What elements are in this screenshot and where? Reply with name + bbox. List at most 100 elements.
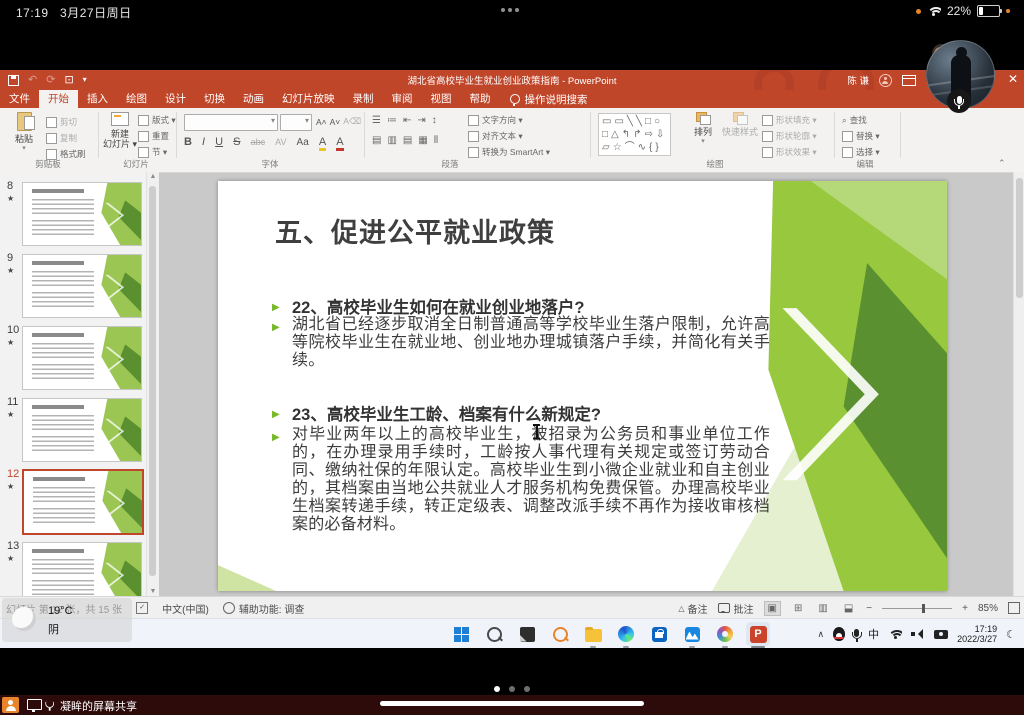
question-23[interactable]: 23、高校毕业生工龄、档案有什么新规定? <box>292 401 601 425</box>
taskbar-clock[interactable]: 17:19 2022/3/27 <box>957 624 997 644</box>
tab-review[interactable]: 审阅 <box>383 90 422 108</box>
shape-fill-button[interactable]: 形状填充 ▾ <box>762 114 817 126</box>
strikethrough-button[interactable]: S <box>233 136 240 148</box>
file-explorer-icon[interactable] <box>581 622 605 646</box>
tab-draw[interactable]: 绘图 <box>117 90 156 108</box>
align-text-button[interactable]: 对齐文本 ▾ <box>468 130 523 142</box>
share-person-badge-icon[interactable] <box>2 697 19 713</box>
reading-view-button[interactable]: ▥ <box>815 602 830 615</box>
bullets-icon[interactable]: ☰ <box>372 115 381 126</box>
slide-thumbnail-12-selected[interactable] <box>22 469 144 535</box>
scroll-down-icon[interactable]: ▼ <box>147 588 159 595</box>
collapse-ribbon-icon[interactable]: ⌃ <box>998 158 1006 169</box>
focus-assist-moon-icon[interactable]: ☾ <box>1006 628 1016 641</box>
animation-star-icon[interactable]: ★ <box>7 266 14 275</box>
tab-view[interactable]: 视图 <box>422 90 461 108</box>
arrange-button[interactable]: 排列▾ <box>688 112 718 147</box>
font-size-combo[interactable] <box>280 114 312 131</box>
zoom-out-icon[interactable]: − <box>866 603 872 614</box>
language-indicator[interactable]: 中文(中国) <box>162 601 209 616</box>
shape-outline-button[interactable]: 形状轮廓 ▾ <box>762 130 817 142</box>
comments-button[interactable]: 批注 <box>718 601 754 616</box>
replace-button[interactable]: 替换 ▾ <box>842 130 880 142</box>
zoom-in-icon[interactable]: + <box>962 603 968 614</box>
clear-format-icon[interactable]: A⌫ <box>343 116 361 127</box>
tab-file[interactable]: 文件 <box>0 90 39 108</box>
text-direction-button[interactable]: 文字方向 ▾ <box>468 114 523 126</box>
slide-thumbnail-11[interactable] <box>22 398 142 462</box>
start-button[interactable] <box>449 622 473 646</box>
search-app-icon[interactable] <box>548 622 572 646</box>
powerpoint-taskbar-icon[interactable]: P <box>746 622 770 646</box>
thumbnail-scrollbar[interactable]: ▲ ▼ <box>146 172 159 596</box>
align-left-icon[interactable]: ▤ <box>372 135 381 146</box>
slideshow-button[interactable]: ⬓ <box>841 602 856 615</box>
normal-view-button[interactable]: ▣ <box>764 601 781 616</box>
qq-tray-icon[interactable] <box>833 627 845 641</box>
camera-tray-icon[interactable] <box>934 630 948 639</box>
zoom-percent[interactable]: 85% <box>978 603 998 614</box>
animation-star-icon[interactable]: ★ <box>7 338 14 347</box>
grow-font-icon[interactable]: A˄ <box>316 117 327 127</box>
tab-record[interactable]: 录制 <box>344 90 383 108</box>
reset-button[interactable]: 重置 <box>138 130 169 142</box>
shapes-gallery[interactable]: ▭▭╲╲□○ □△↰↱⇨⇩ ▱☆⌒∿{} <box>598 113 671 156</box>
italic-button[interactable]: I <box>202 136 205 148</box>
select-button[interactable]: 选择 ▾ <box>842 146 880 158</box>
numbering-icon[interactable]: ≔ <box>387 115 397 126</box>
accessibility-status[interactable]: 辅助功能: 调查 <box>223 601 305 616</box>
shape-effects-button[interactable]: 形状效果 ▾ <box>762 146 817 158</box>
zoom-slider[interactable] <box>882 608 952 609</box>
find-button[interactable]: ⌕查找 <box>842 114 867 126</box>
slide-canvas[interactable]: 五、促进公平就业政策 ▶ 22、高校毕业生如何在就业创业地落户? ▶ 湖北省已经… <box>218 181 947 591</box>
animation-star-icon[interactable]: ★ <box>7 410 14 419</box>
copy-button[interactable]: 复制 <box>46 132 77 144</box>
slide-sorter-view-button[interactable]: ⊞ <box>791 602 805 615</box>
increase-indent-icon[interactable]: ⇥ <box>417 115 425 126</box>
bold-button[interactable]: B <box>184 136 192 148</box>
ime-indicator[interactable]: 中 <box>868 626 879 642</box>
cut-button[interactable]: 剪切 <box>46 116 77 128</box>
tab-insert[interactable]: 插入 <box>78 90 117 108</box>
new-slide-button[interactable]: 新建 幻灯片 ▾ <box>102 112 138 149</box>
microphone-tray-icon[interactable] <box>854 629 859 637</box>
line-spacing-icon[interactable]: ↕ <box>432 115 437 126</box>
section-button[interactable]: 节 ▾ <box>138 146 167 158</box>
slide-thumbnail-10[interactable] <box>22 326 142 390</box>
shrink-font-icon[interactable]: A˅ <box>330 117 341 127</box>
align-right-icon[interactable]: ▤ <box>403 135 412 146</box>
font-color-button[interactable]: A <box>336 136 343 151</box>
subscript-button[interactable]: abc <box>251 137 266 147</box>
close-button[interactable]: ✕ <box>1008 72 1018 86</box>
tell-me-search[interactable]: 操作说明搜索 <box>510 90 588 108</box>
character-spacing-button[interactable]: AV <box>275 137 286 147</box>
animation-star-icon[interactable]: ★ <box>7 554 14 563</box>
tab-help[interactable]: 帮助 <box>461 90 500 108</box>
animation-star-icon[interactable]: ★ <box>7 194 14 203</box>
notes-button[interactable]: △ 备注 <box>678 601 707 616</box>
edge-browser-icon[interactable] <box>614 622 638 646</box>
m-app-icon[interactable] <box>680 622 704 646</box>
tab-animations[interactable]: 动画 <box>234 90 273 108</box>
layout-button[interactable]: 版式 ▾ <box>138 114 176 126</box>
tab-home[interactable]: 开始 <box>39 90 78 108</box>
slide-thumbnail-13[interactable] <box>22 542 142 596</box>
animation-star-icon[interactable]: ★ <box>7 482 14 491</box>
taskbar-search-icon[interactable] <box>482 622 506 646</box>
grow-shrink-font[interactable]: A˄A˅ A⌫ <box>316 116 361 127</box>
weather-widget[interactable]: 19°C 阴 <box>2 598 132 642</box>
network-tray-icon[interactable] <box>888 629 902 639</box>
slide-thumbnail-panel[interactable]: 8 ★ 9 ★ 10 ★ 11 ★ 12 ★ 13 ★ <box>0 172 159 596</box>
decrease-indent-icon[interactable]: ⇤ <box>403 115 411 126</box>
fit-slide-icon[interactable] <box>1008 602 1020 614</box>
scrollbar-thumb[interactable] <box>1016 178 1023 298</box>
question-22[interactable]: 22、高校毕业生如何在就业创业地落户? <box>292 294 584 318</box>
signed-in-user[interactable]: 陈 谦 <box>847 73 869 87</box>
task-view-icon[interactable] <box>515 622 539 646</box>
answer-23[interactable]: 对毕业两年以上的高校毕业生，被招录为公务员和事业单位工作的，在办理录用手续时，工… <box>292 426 770 534</box>
answer-22[interactable]: 湖北省已经逐步取消全日制普通高等学校毕业生落户限制，允许高等院校毕业生在就业地、… <box>292 316 770 370</box>
underline-button[interactable]: U <box>215 136 223 148</box>
justify-icon[interactable]: ▦ <box>418 135 427 146</box>
microsoft-store-icon[interactable] <box>647 622 671 646</box>
paste-button[interactable]: 粘贴▾ <box>6 112 42 154</box>
